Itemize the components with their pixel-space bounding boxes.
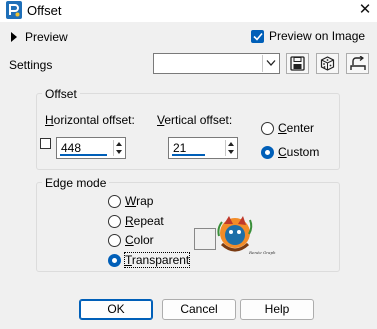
horizontal-offset-value: 448 <box>61 141 82 155</box>
custom-radio[interactable]: Custom <box>261 145 319 159</box>
ok-button[interactable]: OK <box>79 299 153 320</box>
color-swatch-frame[interactable] <box>194 228 216 250</box>
preview-on-image-label: Preview on Image <box>269 29 366 43</box>
repeat-radio[interactable]: Repeat <box>108 214 164 228</box>
horizontal-offset-label: Horizontal offset: <box>45 113 135 127</box>
spin-arrows[interactable] <box>113 140 123 156</box>
center-radio[interactable]: Center <box>261 121 314 135</box>
radio-button <box>261 121 274 135</box>
thumbnail-signature: Renée Graph <box>249 250 276 255</box>
color-label: Color <box>125 233 154 247</box>
combo-divider <box>262 55 263 72</box>
wrap-radio[interactable]: Wrap <box>108 194 153 208</box>
spin-underline <box>60 154 107 156</box>
spin-up-icon <box>116 142 122 146</box>
radio-button <box>108 194 121 208</box>
vertical-offset-label: Vertical offset: <box>157 113 233 127</box>
cancel-button[interactable]: Cancel <box>162 299 236 320</box>
radio-button <box>108 233 121 247</box>
reset-button[interactable] <box>346 53 369 74</box>
radio-button <box>108 253 121 267</box>
vertical-offset-spinner[interactable]: 21 <box>168 137 238 159</box>
spin-underline <box>172 154 205 156</box>
spin-up-icon <box>228 142 234 146</box>
transparent-radio[interactable]: Transparent <box>108 252 191 268</box>
spin-down-icon <box>116 150 122 154</box>
wrap-label: Wrap <box>125 194 154 208</box>
radio-button <box>261 145 274 159</box>
center-label: Center <box>278 121 315 135</box>
reset-icon <box>349 56 366 70</box>
dropdown-arrow-icon <box>266 60 276 66</box>
settings-label: Settings <box>9 58 53 72</box>
radio-button <box>108 214 121 228</box>
save-preset-button[interactable] <box>286 53 309 74</box>
repeat-label: Repeat <box>125 214 164 228</box>
vertical-offset-value: 21 <box>173 141 187 155</box>
color-radio[interactable]: Color <box>108 233 154 247</box>
app-icon <box>6 1 22 19</box>
preview-toggle[interactable]: Preview <box>11 30 68 44</box>
window-title: Offset <box>27 3 62 18</box>
checkmark-icon <box>251 29 264 43</box>
preview-toggle-label: Preview <box>25 30 68 44</box>
settings-combo[interactable] <box>153 53 280 74</box>
spin-down-icon <box>228 150 234 154</box>
randomize-icon <box>320 56 335 71</box>
edge-mode-group-title: Edge mode <box>42 176 110 190</box>
transparent-label: Transparent <box>123 252 191 268</box>
close-icon[interactable]: ✕ <box>356 0 374 20</box>
link-checkbox[interactable] <box>40 138 51 149</box>
preview-on-image-checkbox[interactable]: Preview on Image <box>251 29 365 43</box>
randomize-button[interactable] <box>316 53 339 74</box>
offset-group-title: Offset <box>42 87 80 101</box>
horizontal-offset-spinner[interactable]: 448 <box>56 137 126 159</box>
spin-arrows[interactable] <box>225 140 235 156</box>
help-button[interactable]: Help <box>240 299 314 320</box>
save-preset-icon <box>290 56 305 71</box>
custom-label: Custom <box>278 145 320 159</box>
expand-triangle-icon <box>11 32 17 42</box>
